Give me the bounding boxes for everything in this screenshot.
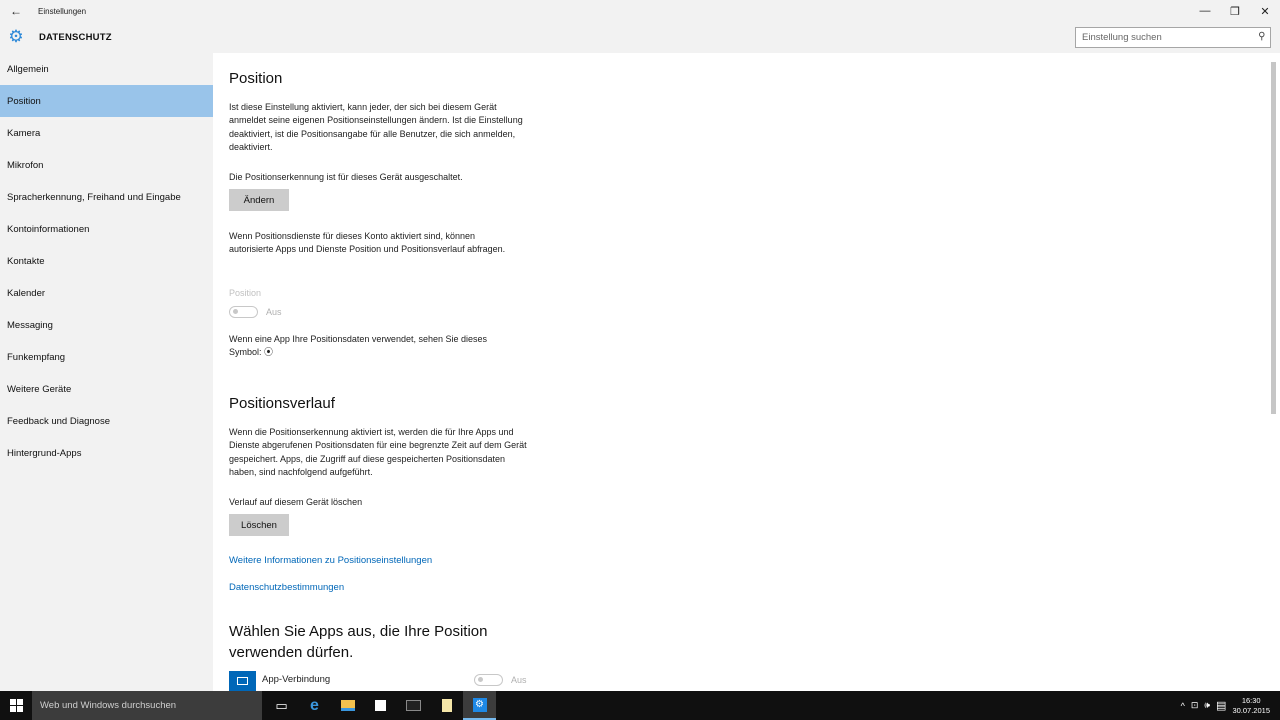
sidebar-item-kamera[interactable]: Kamera bbox=[0, 117, 213, 149]
window-title: Einstellungen bbox=[38, 6, 87, 16]
search-box[interactable]: ⚲ bbox=[1075, 27, 1271, 48]
search-icon[interactable]: ⚲ bbox=[1258, 31, 1265, 42]
command-prompt-icon[interactable] bbox=[397, 691, 430, 720]
history-text: Wenn die Positionserkennung aktiviert is… bbox=[229, 427, 527, 478]
clock[interactable]: 16:30 30.07.2015 bbox=[1232, 696, 1270, 716]
position-heading: Position bbox=[229, 70, 283, 87]
position-toggle-state: Aus bbox=[266, 307, 282, 317]
apps-heading: Wählen Sie Apps aus, die Ihre Position v… bbox=[229, 623, 488, 661]
page-title: DATENSCHUTZ bbox=[39, 32, 112, 43]
title-bar: ← Einstellungen — ❐ ✕ bbox=[0, 0, 1280, 22]
history-heading: Positionsverlauf bbox=[229, 395, 335, 412]
sidebar-item-hintergrund-apps[interactable]: Hintergrund-Apps bbox=[0, 437, 213, 469]
sidebar-item-funkempfang[interactable]: Funkempfang bbox=[0, 341, 213, 373]
sidebar-item-kalender[interactable]: Kalender bbox=[0, 277, 213, 309]
app-toggle[interactable] bbox=[474, 674, 503, 686]
folder-shape bbox=[340, 700, 355, 711]
search-input[interactable] bbox=[1076, 28, 1251, 47]
network-icon[interactable]: ⊡ bbox=[1191, 700, 1199, 711]
privacy-link[interactable]: Datenschutzbestimmungen bbox=[229, 582, 344, 593]
intro-text: Ist diese Einstellung aktiviert, kann je… bbox=[229, 102, 523, 153]
clock-date: 30.07.2015 bbox=[1232, 705, 1270, 715]
clock-time: 16:30 bbox=[1241, 695, 1261, 705]
edge-icon[interactable]: e bbox=[298, 691, 331, 720]
symbol-text: Wenn eine App Ihre Positionsdaten verwen… bbox=[229, 333, 519, 360]
taskbar-search[interactable]: Web und Windows durchsuchen bbox=[32, 691, 262, 720]
settings-header: ⚙ DATENSCHUTZ ⚲ bbox=[0, 22, 1280, 53]
position-toggle[interactable] bbox=[229, 306, 258, 318]
sidebar-item-mikrofon[interactable]: Mikrofon bbox=[0, 149, 213, 181]
sidebar-item-messaging[interactable]: Messaging bbox=[0, 309, 213, 341]
back-arrow-icon[interactable]: ← bbox=[0, 0, 32, 22]
app-toggle-knob bbox=[478, 677, 483, 682]
change-button[interactable]: Ändern bbox=[229, 189, 289, 211]
close-button[interactable]: ✕ bbox=[1250, 0, 1280, 22]
start-button[interactable] bbox=[0, 691, 32, 720]
clear-history-label: Verlauf auf diesem Gerät löschen bbox=[229, 497, 363, 507]
file-explorer-icon[interactable] bbox=[331, 691, 364, 720]
sidebar-item-position[interactable]: Position bbox=[0, 85, 213, 117]
app-connector-glyph bbox=[237, 677, 248, 685]
note-shape bbox=[441, 699, 452, 712]
clear-button[interactable]: Löschen bbox=[229, 514, 289, 536]
sidebar-item-feedback[interactable]: Feedback und Diagnose bbox=[0, 405, 213, 437]
position-toggle-label: Position bbox=[229, 288, 262, 298]
taskbar: Web und Windows durchsuchen ▭ e ⚙ ^ ⊡ 🕪 … bbox=[0, 691, 1280, 720]
task-view-icon[interactable]: ▭ bbox=[265, 691, 298, 720]
system-tray: ^ ⊡ 🕪 ▤ 16:30 30.07.2015 bbox=[1181, 691, 1280, 720]
sidebar: Allgemein Position Kamera Mikrofon Sprac… bbox=[0, 53, 213, 691]
app-connector-icon bbox=[229, 671, 256, 691]
console-shape bbox=[406, 700, 421, 711]
sidebar-item-kontoinformationen[interactable]: Kontoinformationen bbox=[0, 213, 213, 245]
store-icon[interactable] bbox=[364, 691, 397, 720]
settings-gear-icon: ⚙ bbox=[472, 697, 487, 712]
restore-button[interactable]: ❐ bbox=[1220, 0, 1250, 22]
scrollbar[interactable] bbox=[1271, 62, 1276, 414]
minimize-button[interactable]: — bbox=[1190, 0, 1220, 22]
more-info-link[interactable]: Weitere Informationen zu Positionseinste… bbox=[229, 555, 432, 566]
notifications-icon[interactable]: ▤ bbox=[1216, 699, 1226, 712]
taskbar-apps: ▭ e ⚙ bbox=[265, 691, 496, 720]
sidebar-item-spracherkennung[interactable]: Spracherkennung, Freihand und Eingabe bbox=[0, 181, 213, 213]
store-bag-shape bbox=[375, 700, 386, 711]
app-toggle-state: Aus bbox=[511, 675, 527, 685]
window-controls: — ❐ ✕ bbox=[1190, 0, 1280, 22]
volume-icon[interactable]: 🕪 bbox=[1204, 700, 1210, 711]
toggle-knob bbox=[233, 309, 238, 314]
settings-taskbar-icon[interactable]: ⚙ bbox=[463, 691, 496, 720]
sidebar-item-weitere-geraete[interactable]: Weitere Geräte bbox=[0, 373, 213, 405]
gear-icon: ⚙ bbox=[8, 27, 24, 46]
location-symbol-icon: ⦿ bbox=[264, 347, 274, 358]
sidebar-item-allgemein[interactable]: Allgemein bbox=[0, 53, 213, 85]
notepad-icon[interactable] bbox=[430, 691, 463, 720]
account-text: Wenn Positionsdienste für dieses Konto a… bbox=[229, 231, 506, 255]
device-status-text: Die Positionserkennung ist für dieses Ge… bbox=[229, 172, 463, 182]
windows-logo-icon bbox=[9, 699, 23, 712]
tray-chevron-icon[interactable]: ^ bbox=[1181, 701, 1185, 711]
sidebar-item-kontakte[interactable]: Kontakte bbox=[0, 245, 213, 277]
